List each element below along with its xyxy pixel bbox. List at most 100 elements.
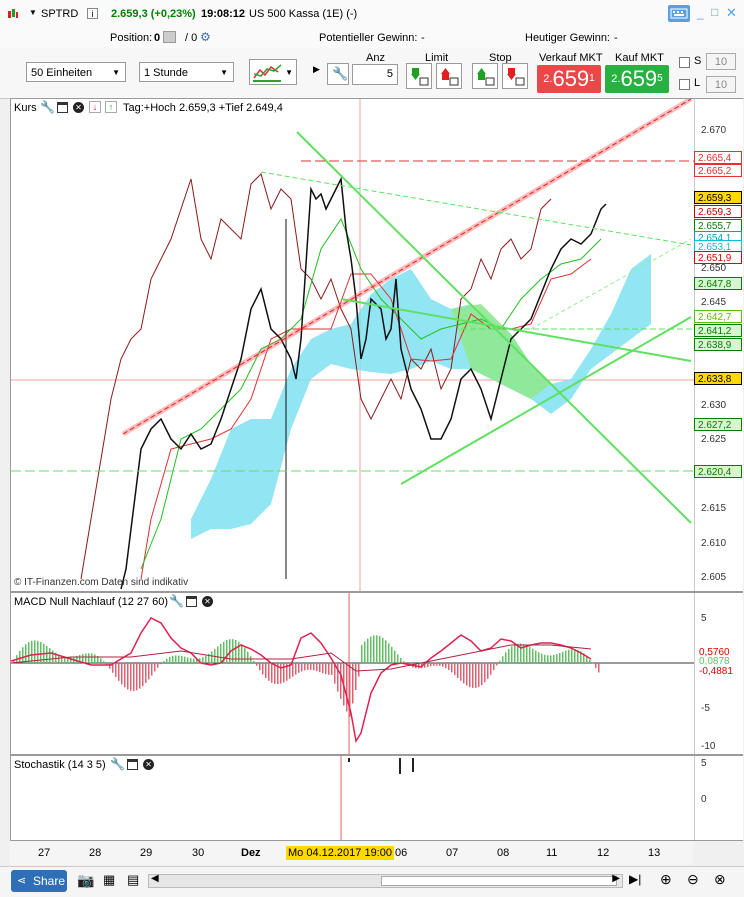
position-chart-icon[interactable] (163, 31, 176, 43)
maximize-icon[interactable]: □ (711, 5, 718, 19)
move-up-icon[interactable]: ↑ (105, 101, 117, 113)
scrollbar[interactable]: ◀ ▶ (148, 873, 623, 888)
wrench-icon[interactable]: 🔧 (40, 100, 55, 114)
macd-bar (553, 654, 555, 663)
keyboard-icon[interactable] (668, 5, 690, 22)
gear-icon[interactable]: ⚙ (200, 30, 211, 44)
macd-bar (172, 655, 174, 663)
axis-tick: 0 (701, 794, 707, 805)
macd-bar (187, 657, 189, 663)
macd-panel[interactable]: MACD Null Nachlauf (12 27 60) 🔧 ✕ 5 -5 -… (10, 592, 743, 755)
scroll-left-icon[interactable]: ◀ (151, 873, 159, 884)
macd-bar (307, 663, 309, 670)
close-panel-icon[interactable]: ✕ (143, 759, 154, 770)
macd-bar (427, 663, 429, 667)
interval-select-value: 1 Stunde (144, 67, 189, 79)
minimize-icon[interactable]: _ (697, 6, 704, 20)
macd-bar (319, 663, 321, 673)
table-icon[interactable]: ▤ (127, 872, 139, 888)
units-select[interactable]: 50 Einheiten ▼ (26, 62, 126, 82)
limit-buy-icon (411, 68, 429, 86)
window-icon[interactable] (186, 596, 197, 607)
price-panel-title: Kurs (14, 102, 37, 114)
l-input[interactable]: 10 (706, 76, 736, 93)
wrench-icon[interactable]: 🔧 (110, 757, 125, 771)
wrench-icon: 🔧 (332, 66, 349, 81)
orders-value: / 0 (185, 32, 198, 44)
jump-end-icon[interactable]: ▶| (629, 872, 641, 886)
macd-bar (502, 656, 504, 663)
close-panel-icon[interactable]: ✕ (202, 596, 213, 607)
macd-bar (469, 663, 471, 688)
macd-bar (430, 663, 432, 667)
macd-bar (85, 653, 87, 663)
price-chart (11, 99, 694, 591)
dropdown-arrow-icon[interactable]: ▼ (29, 8, 37, 17)
stop-buy-button[interactable] (472, 63, 498, 89)
macd-bar (598, 663, 600, 673)
macd-bar (274, 663, 276, 684)
time-axis[interactable]: 27 28 29 30 Dez Mo 04.12.2017 19:00 06 0… (10, 841, 693, 865)
axis-tick: -10 (701, 741, 716, 752)
macd-bar (115, 663, 117, 677)
anz-input[interactable]: 5 (352, 64, 398, 85)
wrench-button[interactable]: 🔧 (327, 63, 349, 85)
macd-bar (124, 663, 126, 688)
l-checkbox[interactable] (679, 79, 690, 90)
close-icon[interactable]: ✕ (726, 5, 737, 21)
macd-bar (520, 643, 522, 663)
info-icon[interactable]: i (87, 8, 98, 19)
macd-bar (28, 642, 30, 663)
limit-sell-icon (441, 68, 459, 86)
window-icon[interactable] (57, 102, 68, 113)
share-button[interactable]: ⋖ Share (11, 870, 67, 892)
window-icon[interactable] (127, 759, 138, 770)
limit-buy-button[interactable] (406, 63, 432, 89)
scroll-right-icon[interactable]: ▶ (612, 873, 620, 884)
limit-sell-button[interactable] (436, 63, 462, 89)
macd-bar (532, 648, 534, 663)
price-panel[interactable]: Kurs 🔧 ✕ ↓ ↑ Tag:+Hoch 2.659,3 +Tief 2.6… (10, 98, 743, 592)
buy-market-button[interactable]: 2.6595 (605, 65, 669, 93)
macd-bar (151, 663, 153, 676)
macd-bar (46, 645, 48, 663)
stop-sell-button[interactable] (502, 63, 528, 89)
s-input[interactable]: 10 (706, 53, 736, 70)
macd-bar (397, 654, 399, 663)
s-checkbox[interactable] (679, 57, 690, 68)
macd-bar (190, 658, 192, 663)
macd-bar (328, 663, 330, 675)
axis-tick: 5 (701, 758, 707, 769)
zoom-reset-icon[interactable]: ⊗ (714, 871, 726, 888)
expand-arrow-icon[interactable]: ▶ (313, 64, 320, 75)
macd-bar (193, 658, 195, 663)
macd-bar (100, 658, 102, 663)
candles-icon[interactable] (7, 8, 19, 20)
scrollbar-thumb[interactable] (381, 876, 617, 886)
close-panel-icon[interactable]: ✕ (73, 102, 84, 113)
macd-bar (382, 637, 384, 663)
interval-select[interactable]: 1 Stunde ▼ (139, 62, 234, 82)
macd-bar (505, 652, 507, 663)
macd-bar (574, 649, 576, 663)
macd-bar (451, 663, 453, 673)
today-profit-value: - (614, 32, 618, 44)
zoom-in-icon[interactable]: ⊕ (660, 871, 672, 888)
buy-label: Kauf MKT (615, 52, 664, 64)
buy-price-big: 659 (620, 66, 658, 91)
macd-bar (256, 663, 258, 666)
camera-icon[interactable]: 📷 (77, 872, 94, 889)
zoom-out-icon[interactable]: ⊖ (687, 871, 699, 888)
macd-bar (493, 663, 495, 671)
wrench-icon[interactable]: 🔧 (169, 594, 184, 608)
axis-tick: 5 (701, 613, 707, 624)
stochastik-panel[interactable]: Stochastik (14 3 5) 🔧 ✕ 5 0 (10, 755, 743, 841)
macd-bar (550, 655, 552, 663)
macd-bar (298, 663, 300, 673)
indicator-button[interactable]: ▼ (249, 59, 297, 85)
macd-bar (595, 663, 597, 669)
layout-icon[interactable]: ▦ (103, 872, 115, 888)
macd-bar (94, 654, 96, 663)
sell-market-button[interactable]: 2.6591 (537, 65, 601, 93)
move-down-icon[interactable]: ↓ (89, 101, 101, 113)
